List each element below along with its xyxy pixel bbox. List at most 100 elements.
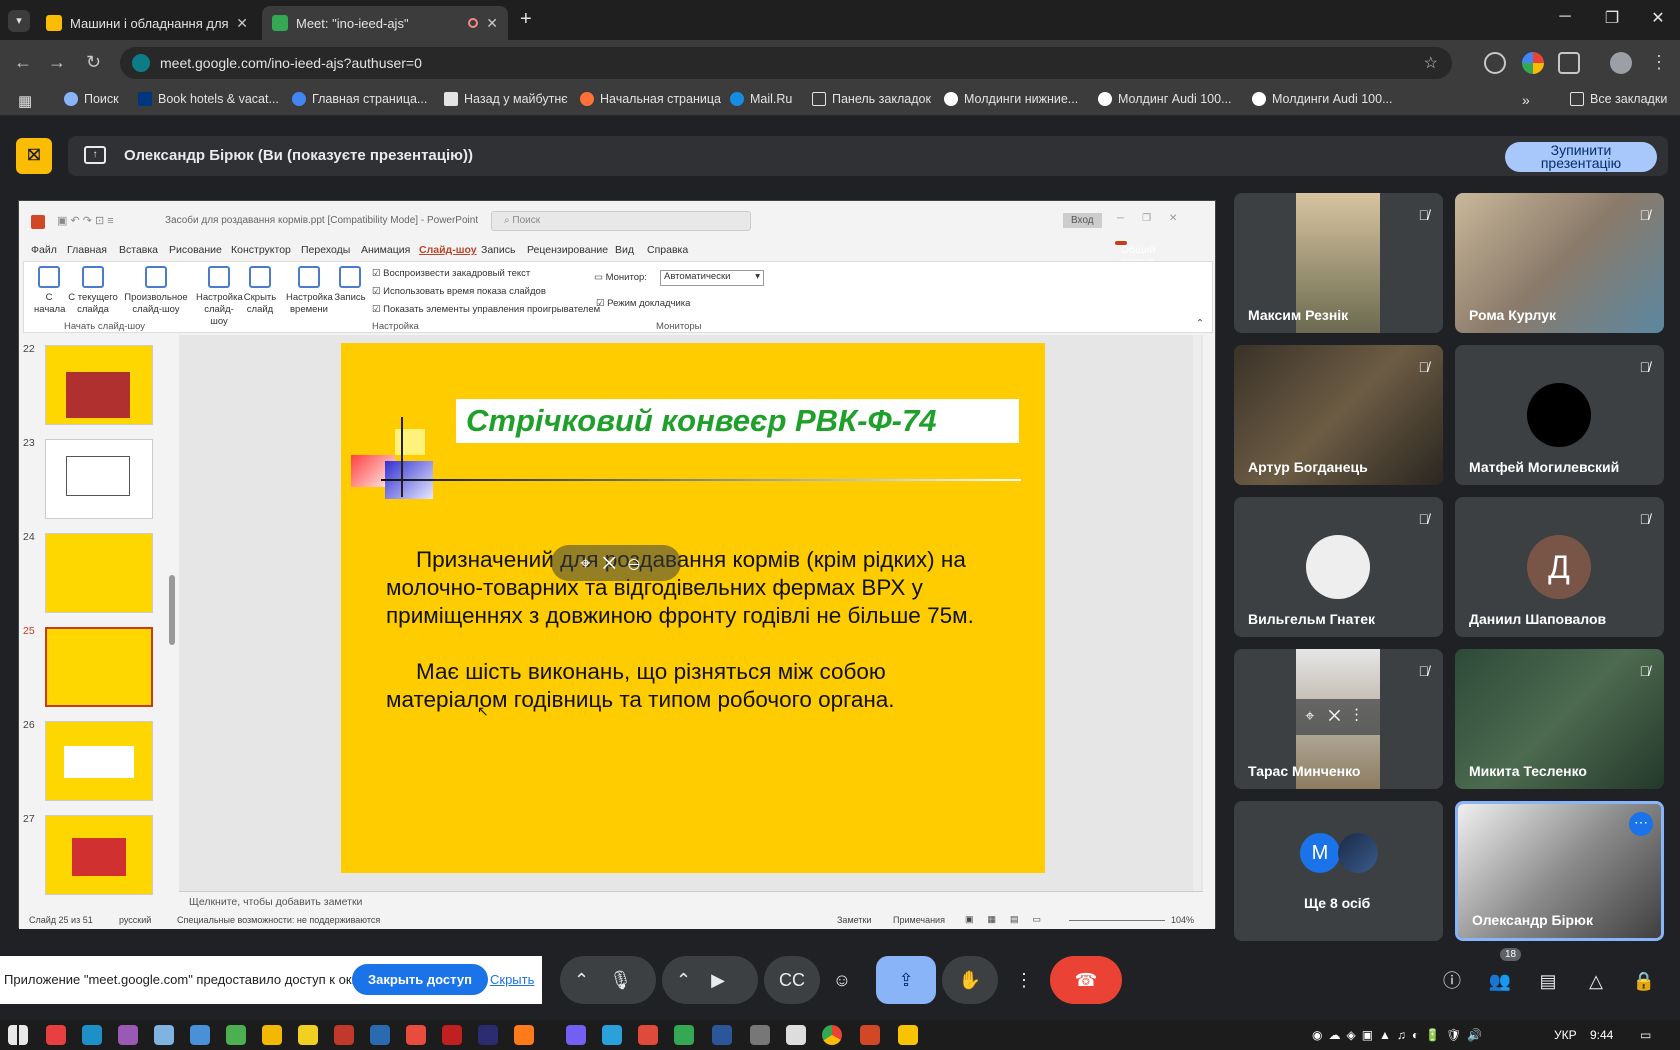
slide-thumbnail[interactable] [45,721,153,801]
rehearse-button[interactable]: Настройка времени [286,266,333,316]
more-options-icon[interactable]: ⋮ [1355,708,1373,725]
pin-icon[interactable]: ⌖ [1305,708,1328,725]
new-tab-button[interactable]: + [520,8,532,31]
custom-show-button[interactable]: Произвольное слайд-шоу [124,266,188,316]
taskbar-app-icon[interactable] [298,1025,318,1045]
stop-presenting-button[interactable]: Зупинити презентацію [1505,142,1657,172]
ribbon-tab[interactable]: Переходы [301,244,350,256]
chat-icon[interactable]: ▤ [1533,966,1563,996]
bookmark-item[interactable]: Молдинг Audi 100... [1098,92,1232,106]
participant-tile[interactable]: 🎙̸ Максим Резнік [1234,193,1443,333]
more-options-icon[interactable]: ⋯ [1629,812,1653,836]
file-explorer-icon[interactable] [898,1025,918,1045]
taskbar-app-icon[interactable] [154,1025,174,1045]
slide[interactable]: Стрічковий конвеєр РВК-Ф-74 Призначений … [341,343,1045,873]
language-indicator[interactable]: русский [119,915,151,925]
more-bookmarks-icon[interactable]: » [1522,92,1530,108]
bookmark-item[interactable]: Начальная страница [580,92,721,106]
apps-icon[interactable]: ▦ [18,92,32,110]
canvas-scrollbar[interactable] [1193,335,1201,891]
taskbar-app-icon[interactable] [638,1025,658,1045]
slide-thumbnails[interactable]: 22 23 24 25 26 27 [19,335,179,895]
ribbon-tab[interactable]: Запись [481,244,515,256]
ribbon-tab-active[interactable]: Слайд-шоу [419,244,477,256]
word-icon[interactable] [712,1025,732,1045]
self-tile[interactable]: ⋯ Олександр Бірюк [1455,801,1664,941]
ribbon-tab[interactable]: Вид [615,244,634,256]
language-indicator[interactable]: УКР [1554,1028,1577,1042]
bookmark-folder[interactable]: Панель закладок [812,92,931,106]
profile-avatar[interactable] [1610,52,1632,74]
checkbox-presenter-view[interactable]: ☑ Режим докладчика [596,298,690,310]
tab-search-icon[interactable]: ▾ [8,10,30,32]
notifications-icon[interactable]: ▭ [1640,1028,1651,1042]
settings-icon[interactable] [750,1025,770,1045]
slide-thumbnail[interactable] [45,439,153,519]
thumb-scrollbar[interactable] [169,575,175,645]
bookmark-item[interactable]: Молдинги нижние... [944,92,1078,106]
taskbar-app-icon[interactable] [226,1025,246,1045]
all-bookmarks[interactable]: Все закладки [1570,92,1667,106]
notes-toggle[interactable]: Заметки [837,915,871,925]
minimize-icon[interactable]: ─ [1550,8,1580,26]
ribbon-tab[interactable]: Анимация [361,244,410,256]
more-participants-tile[interactable]: М Ще 8 осіб [1234,801,1443,941]
taskbar-app-icon[interactable] [262,1025,282,1045]
chrome-icon[interactable] [822,1025,842,1045]
close-tab-icon[interactable]: ✕ [236,15,248,32]
bookmark-item[interactable]: Молдинги Audi 100... [1252,92,1392,106]
taskbar-app-icon[interactable] [602,1025,622,1045]
host-controls-icon[interactable]: 🔒 [1629,966,1659,996]
record-button[interactable]: Запись [334,266,366,304]
menu-icon[interactable]: ⋮ [1650,52,1668,73]
taskbar-app-icon[interactable] [786,1025,806,1045]
forward-icon[interactable]: → [48,52,66,73]
tab-machines[interactable]: Машини і обладнання для тва ✕ [36,6,258,40]
participant-tile[interactable]: ⌖✕⋮ 🎙̸ Тарас Минченко [1234,649,1443,789]
setup-show-button[interactable]: Настройка слайд-шоу [196,266,243,328]
mute-icon[interactable]: ✕ [602,553,628,573]
monitor-select[interactable]: Автоматически ▾ [660,270,764,286]
participant-tile[interactable]: 🎙̸ Вильгельм Гнатек [1234,497,1443,637]
taskbar-app-icon[interactable] [478,1025,498,1045]
reload-icon[interactable]: ↻ [86,52,101,73]
comments-toggle[interactable]: Примечания [893,915,945,925]
share-button[interactable]: Общий доступ [1115,241,1156,268]
ribbon-tab[interactable]: Главная [67,244,107,256]
address-bar[interactable]: meet.google.com/ino-ieed-ajs?authuser=0 … [120,47,1452,79]
tab-meet[interactable]: Meet: "ino-ieed-ajs" ✕ [262,6,508,40]
bookmark-item[interactable]: Mail.Ru [730,92,792,106]
close-window-icon[interactable]: ✕ [1643,8,1673,28]
slide-thumbnail-current[interactable] [45,627,153,707]
mute-icon[interactable]: ✕ [1328,708,1354,725]
slide-thumbnail[interactable] [45,815,153,895]
taskbar-app-icon[interactable] [118,1025,138,1045]
ribbon-tab[interactable]: Вставка [119,244,158,256]
checkbox-timings[interactable]: ☑ Использовать время показа слайдов [372,286,546,298]
taskbar-app-icon[interactable] [566,1025,586,1045]
checkbox-narration[interactable]: ☑ Воспроизвести закадровый текст [372,268,530,280]
leave-call-button[interactable]: ☎ [1050,956,1122,1004]
quick-access-icons[interactable]: ▣ ↶ ↷ ⊡ ≡ [57,214,114,227]
reactions-button[interactable]: ☺ [814,956,870,1004]
clock[interactable]: 9:44 [1590,1028,1613,1042]
taskbar-app-icon[interactable] [674,1025,694,1045]
ribbon-tab[interactable]: Справка [647,244,688,256]
collapse-ribbon-icon[interactable]: ⌃ [1196,318,1204,330]
unpin-icon[interactable]: ⌖ [580,553,602,573]
camera-options-button[interactable]: ⌃ ▶ [662,956,758,1004]
meet-overlay-controls[interactable]: ⌖✕⊖ [551,545,681,581]
extension-google-icon[interactable] [1522,52,1544,74]
close-tab-icon[interactable]: ✕ [486,15,498,32]
window-controls[interactable]: ─❐✕ [1117,213,1195,224]
participant-tile[interactable]: 🎙̸ Матфей Могилевский [1455,345,1664,485]
present-button[interactable]: ⇪ [876,956,936,1004]
close-access-button[interactable]: Закрыть доступ [352,964,488,995]
raise-hand-button[interactable]: ✋ [942,956,998,1004]
ribbon-tab[interactable]: Конструктор [231,244,291,256]
activities-icon[interactable]: △ [1581,966,1611,996]
participant-tile[interactable]: 🎙̸ Артур Богданець [1234,345,1443,485]
from-start-button[interactable]: С начала [34,266,65,316]
ribbon-tab[interactable]: Рецензирование [527,244,608,256]
bookmark-item[interactable]: Назад у майбутнє [444,92,568,106]
